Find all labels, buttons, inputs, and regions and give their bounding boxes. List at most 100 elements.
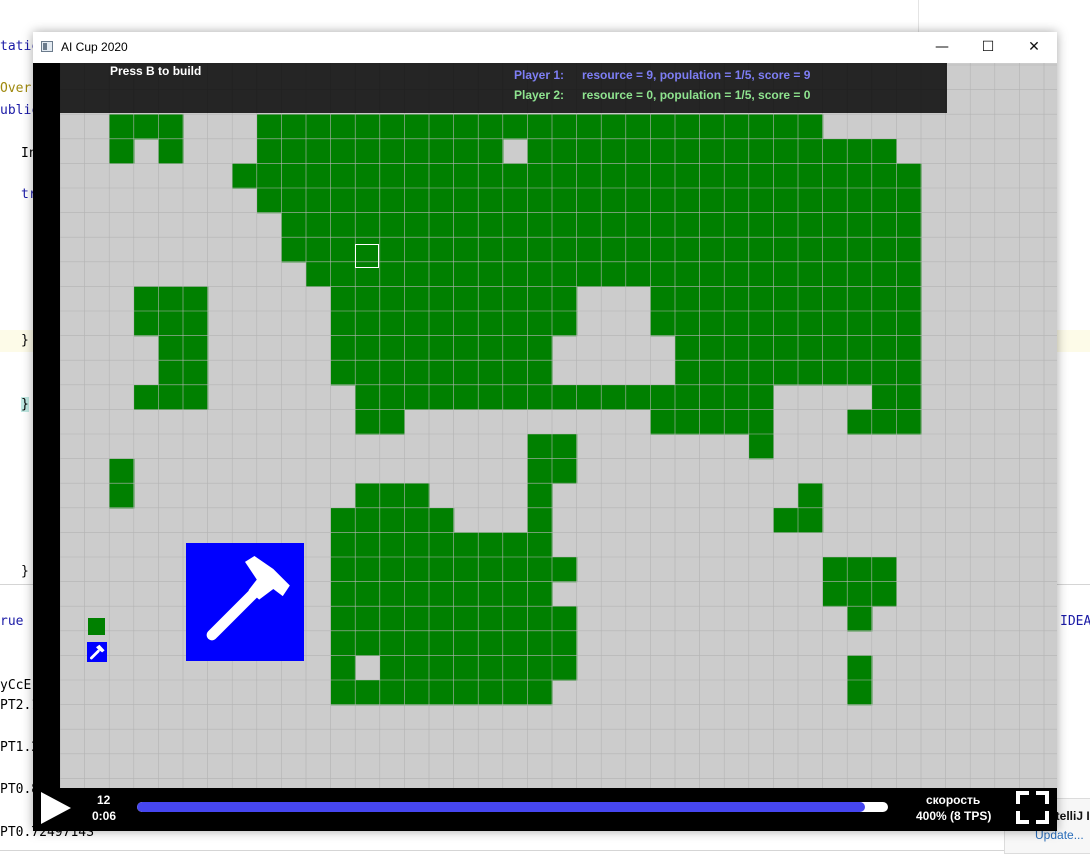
- resource-tile[interactable]: [355, 360, 381, 386]
- resource-tile[interactable]: [379, 483, 405, 509]
- maximize-button[interactable]: ☐: [965, 32, 1011, 63]
- resource-tile[interactable]: [158, 138, 184, 164]
- resource-tile[interactable]: [478, 655, 504, 681]
- resource-tile[interactable]: [724, 188, 750, 214]
- resource-tile[interactable]: [527, 557, 553, 583]
- resource-tile[interactable]: [773, 360, 799, 386]
- resource-tile[interactable]: [871, 237, 897, 263]
- resource-tile[interactable]: [798, 138, 824, 164]
- resource-tile[interactable]: [822, 212, 848, 238]
- resource-tile[interactable]: [675, 409, 701, 435]
- resource-tile[interactable]: [675, 384, 701, 410]
- resource-tile[interactable]: [896, 261, 922, 287]
- resource-tile[interactable]: [699, 188, 725, 214]
- resource-tile[interactable]: [404, 212, 430, 238]
- resource-tile[interactable]: [379, 532, 405, 558]
- resource-tile[interactable]: [748, 360, 774, 386]
- resource-tile[interactable]: [478, 335, 504, 361]
- resource-tile[interactable]: [478, 630, 504, 656]
- resource-tile[interactable]: [724, 335, 750, 361]
- resource-tile[interactable]: [625, 188, 651, 214]
- resource-tile[interactable]: [478, 311, 504, 337]
- resource-tile[interactable]: [552, 188, 578, 214]
- resource-tile[interactable]: [773, 335, 799, 361]
- game-map[interactable]: [60, 63, 1057, 788]
- resource-tile[interactable]: [822, 163, 848, 189]
- resource-tile[interactable]: [404, 335, 430, 361]
- resource-tile[interactable]: [748, 163, 774, 189]
- resource-tile[interactable]: [650, 261, 676, 287]
- resource-tile[interactable]: [404, 680, 430, 706]
- resource-tile[interactable]: [404, 655, 430, 681]
- resource-tile[interactable]: [453, 212, 479, 238]
- resource-tile[interactable]: [847, 557, 873, 583]
- resource-tile[interactable]: [552, 311, 578, 337]
- resource-tile[interactable]: [650, 286, 676, 312]
- resource-tile[interactable]: [601, 114, 627, 140]
- resource-tile[interactable]: [748, 261, 774, 287]
- resource-tile[interactable]: [675, 188, 701, 214]
- resource-tile[interactable]: [256, 163, 282, 189]
- resource-tile[interactable]: [478, 384, 504, 410]
- resource-tile[interactable]: [798, 188, 824, 214]
- resource-tile[interactable]: [724, 360, 750, 386]
- resource-tile[interactable]: [724, 286, 750, 312]
- resource-tile[interactable]: [355, 286, 381, 312]
- resource-tile[interactable]: [527, 335, 553, 361]
- resource-tile[interactable]: [675, 237, 701, 263]
- resource-tile[interactable]: [133, 114, 159, 140]
- resource-tile[interactable]: [871, 286, 897, 312]
- resource-tile[interactable]: [133, 311, 159, 337]
- resource-tile[interactable]: [748, 138, 774, 164]
- resource-tile[interactable]: [379, 507, 405, 533]
- game-viewport[interactable]: Press B to build Player 1: resource = 9, …: [33, 63, 1057, 788]
- resource-tile[interactable]: [404, 581, 430, 607]
- resource-tile[interactable]: [502, 237, 528, 263]
- resource-tile[interactable]: [281, 138, 307, 164]
- resource-tile[interactable]: [675, 311, 701, 337]
- resource-tile[interactable]: [306, 188, 332, 214]
- resource-tile[interactable]: [798, 163, 824, 189]
- resource-tile[interactable]: [748, 409, 774, 435]
- resource-tile[interactable]: [502, 212, 528, 238]
- resource-tile[interactable]: [355, 114, 381, 140]
- resource-tile[interactable]: [453, 532, 479, 558]
- resource-tile[interactable]: [502, 581, 528, 607]
- resource-tile[interactable]: [478, 581, 504, 607]
- resource-tile[interactable]: [748, 384, 774, 410]
- resource-tile[interactable]: [478, 188, 504, 214]
- resource-tile[interactable]: [502, 630, 528, 656]
- resource-tile[interactable]: [453, 163, 479, 189]
- resource-tile[interactable]: [478, 138, 504, 164]
- resource-tile[interactable]: [625, 384, 651, 410]
- resource-tile[interactable]: [404, 384, 430, 410]
- resource-tile[interactable]: [773, 188, 799, 214]
- resource-tile[interactable]: [871, 212, 897, 238]
- resource-tile[interactable]: [601, 384, 627, 410]
- resource-tile[interactable]: [773, 286, 799, 312]
- resource-tile[interactable]: [552, 434, 578, 460]
- resource-tile[interactable]: [847, 163, 873, 189]
- resource-tile[interactable]: [527, 655, 553, 681]
- resource-tile[interactable]: [798, 237, 824, 263]
- resource-tile[interactable]: [379, 630, 405, 656]
- resource-tile[interactable]: [453, 138, 479, 164]
- resource-tile[interactable]: [552, 114, 578, 140]
- resource-tile[interactable]: [453, 286, 479, 312]
- resource-tile[interactable]: [748, 188, 774, 214]
- resource-tile[interactable]: [429, 606, 455, 632]
- resource-tile[interactable]: [601, 163, 627, 189]
- resource-tile[interactable]: [773, 114, 799, 140]
- resource-tile[interactable]: [675, 261, 701, 287]
- resource-tile[interactable]: [404, 507, 430, 533]
- resource-tile[interactable]: [724, 237, 750, 263]
- resource-tile[interactable]: [330, 163, 356, 189]
- resource-tile[interactable]: [576, 138, 602, 164]
- resource-tile[interactable]: [822, 557, 848, 583]
- resource-tile[interactable]: [871, 311, 897, 337]
- resource-tile[interactable]: [625, 261, 651, 287]
- resource-tile[interactable]: [429, 114, 455, 140]
- resource-tile[interactable]: [478, 680, 504, 706]
- resource-tile[interactable]: [478, 360, 504, 386]
- resource-tile[interactable]: [478, 606, 504, 632]
